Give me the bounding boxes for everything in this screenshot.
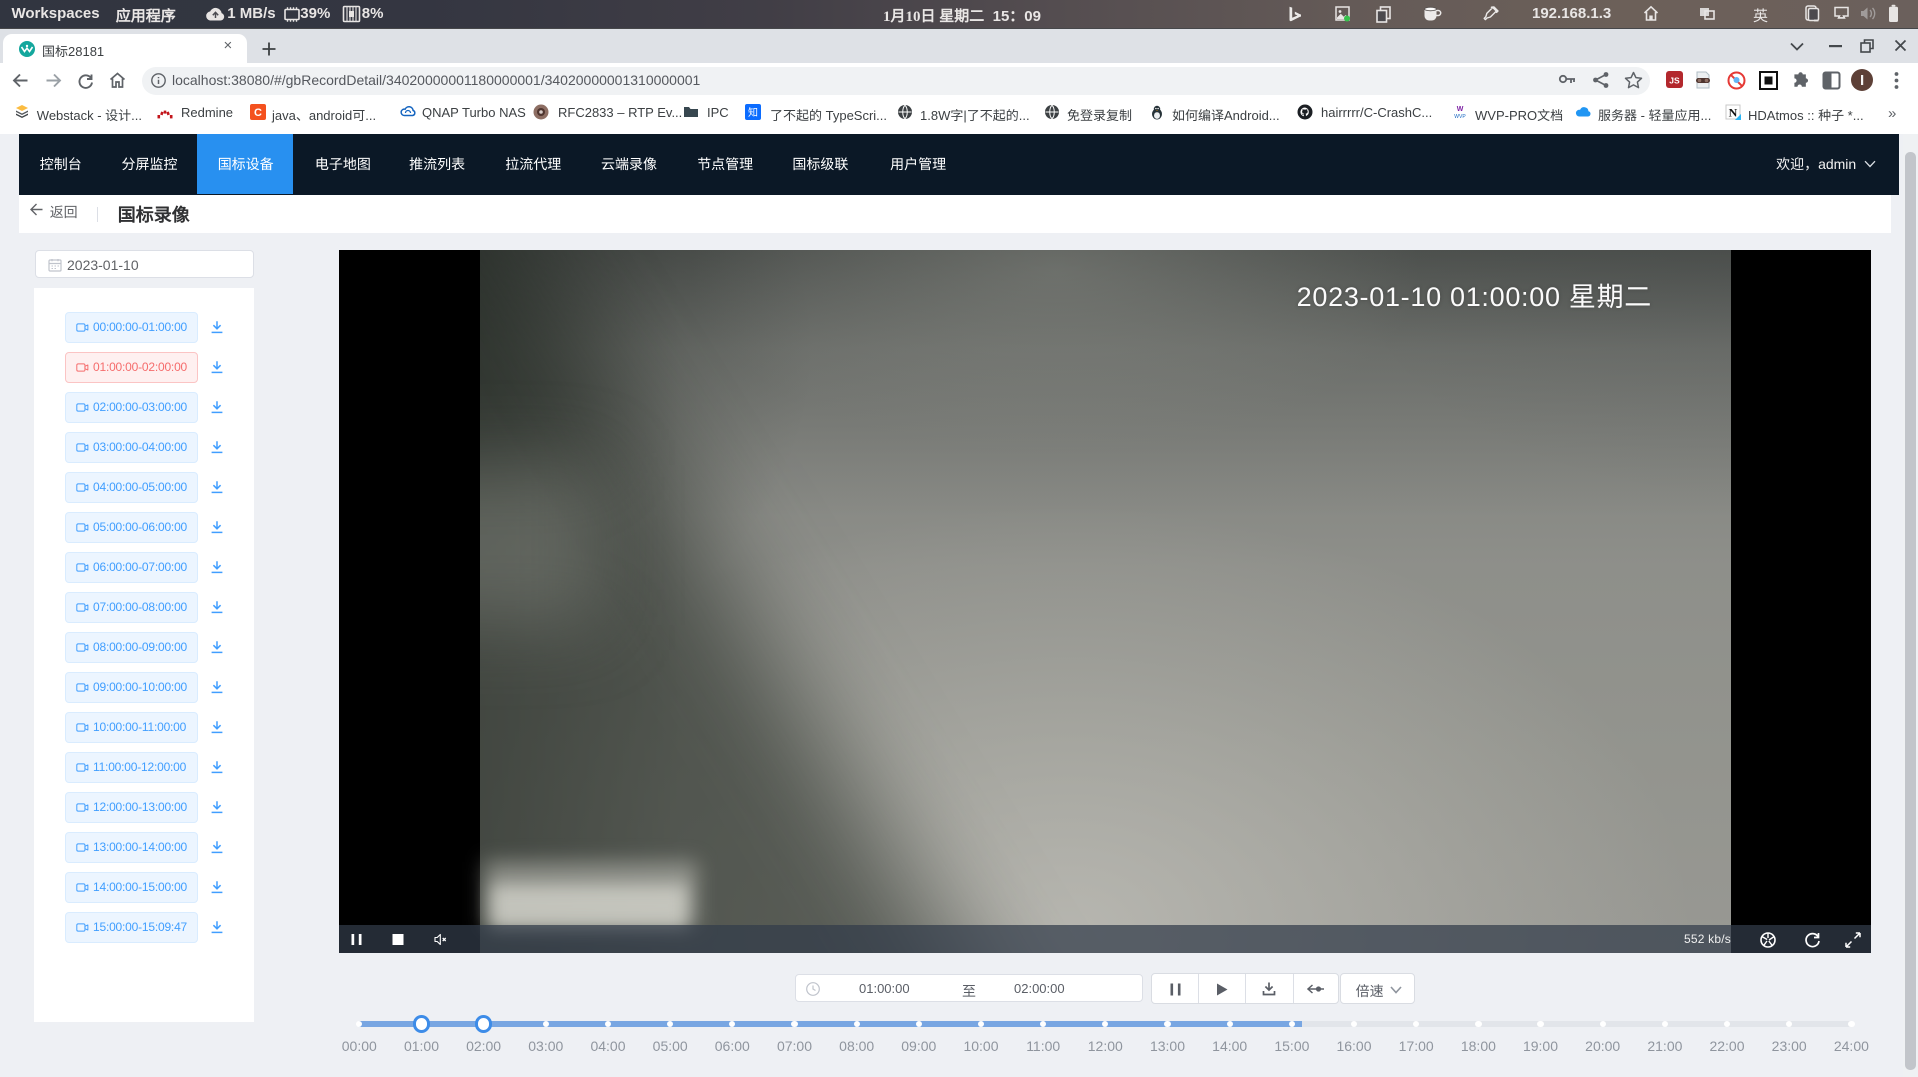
svg-text:JS: JS bbox=[1669, 76, 1680, 86]
svg-text:N: N bbox=[1729, 105, 1738, 119]
svg-text:知: 知 bbox=[748, 104, 758, 119]
svg-text:W: W bbox=[1457, 106, 1464, 113]
svg-text:C: C bbox=[254, 107, 262, 119]
svg-text:WVP: WVP bbox=[1454, 114, 1466, 120]
